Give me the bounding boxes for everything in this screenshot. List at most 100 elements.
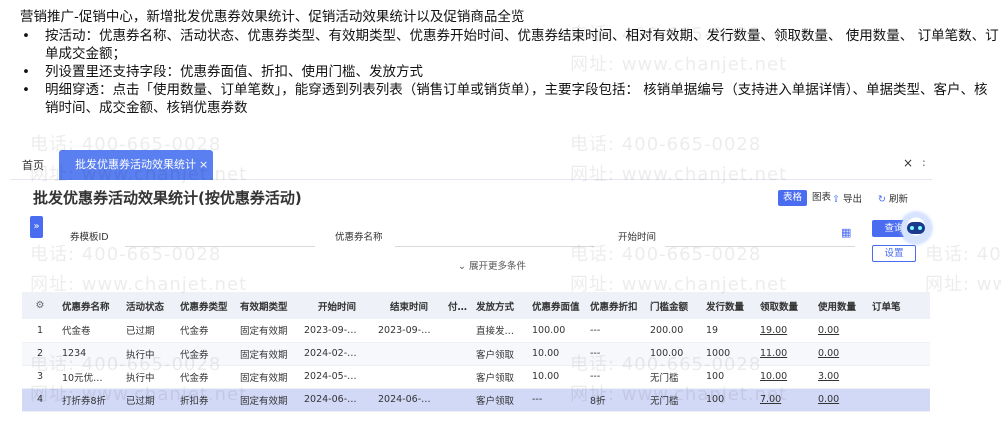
cell-discount: 8折: [590, 395, 606, 407]
table-row[interactable]: 1 代金卷 已过期 代金券 固定有效期 2023-09-… 2023-09-… …: [22, 319, 930, 342]
cell-order-count[interactable]: [868, 388, 930, 411]
coupon-name-input[interactable]: [395, 246, 595, 247]
feature-notes: 营销推广-促销中心，新增批发优惠券效果统计、促销活动效果统计以及促销商品全览 •…: [20, 8, 1000, 117]
filter-label-start-time: 开始时间: [618, 232, 657, 243]
export-button[interactable]: ⇪ 导出: [832, 191, 862, 205]
row-index: 2: [36, 348, 44, 359]
column-settings-header[interactable]: ⚙: [22, 292, 58, 319]
gear-icon[interactable]: ⚙: [36, 300, 45, 311]
refresh-button[interactable]: ↻ 刷新: [878, 191, 908, 205]
table-row[interactable]: 2 1234 执行中 代金券 固定有效期 2024-02-… 客户领取 10.0…: [22, 342, 930, 365]
cell-used-count[interactable]: 0.00: [814, 388, 868, 411]
column-header[interactable]: 发行数量: [702, 292, 756, 319]
cell-face-value: 10.00: [532, 348, 560, 359]
tab-label: 批发优惠券活动效果统计: [75, 158, 196, 171]
cell-end-time: 2023-09-…: [378, 324, 431, 336]
more-icon[interactable]: :: [922, 156, 926, 169]
cell-issue-method: 客户领取: [476, 395, 515, 407]
column-header[interactable]: 领取数量: [756, 292, 814, 319]
column-header[interactable]: 优惠券折扣: [586, 292, 646, 319]
table-header-row: ⚙ 优惠券名称 活动状态 优惠券类型 有效期类型 开始时间 结束时间 付有效 发…: [22, 292, 930, 319]
cell-order-count[interactable]: [868, 365, 930, 388]
cell-threshold: 100.00: [650, 348, 684, 359]
cell-coupon-name: 10元优…: [62, 372, 103, 384]
cell-status: 执行中: [126, 349, 155, 361]
cell-face-value: 10.00: [532, 371, 560, 382]
expand-more-label: 展开更多条件: [468, 261, 526, 272]
tab-bar: 首页 批发优惠券活动效果统计 × × :: [10, 148, 932, 180]
cell-relative-validity: [444, 388, 472, 411]
column-header[interactable]: 活动状态: [122, 292, 176, 319]
robot-eye: [918, 226, 922, 230]
column-header[interactable]: 订单笔: [868, 292, 930, 319]
settings-button[interactable]: 设置: [872, 245, 916, 262]
cell-issued-count: 19: [706, 324, 719, 336]
cell-coupon-name: 1234: [62, 348, 87, 359]
cell-status: 已过期: [126, 395, 155, 407]
expand-more-conditions[interactable]: ⌄ 展开更多条件: [458, 258, 526, 272]
column-header[interactable]: 使用数量: [814, 292, 868, 319]
cell-threshold: 200.00: [650, 324, 684, 336]
cell-used-count[interactable]: 3.00: [814, 365, 868, 388]
column-header[interactable]: 发放方式: [472, 292, 528, 319]
tab-coupon-stats[interactable]: 批发优惠券活动效果统计 ×: [59, 150, 213, 180]
view-table-button[interactable]: 表格: [778, 190, 808, 206]
template-id-input[interactable]: [125, 246, 315, 247]
cell-received-count[interactable]: 7.00: [756, 388, 814, 411]
column-header[interactable]: 付有效: [444, 292, 472, 319]
column-header[interactable]: 优惠券名称: [58, 292, 122, 319]
coupon-stats-table: ⚙ 优惠券名称 活动状态 优惠券类型 有效期类型 开始时间 结束时间 付有效 发…: [22, 292, 930, 435]
cell-end-time: 2024-06-…: [378, 394, 431, 405]
cell-received-count[interactable]: 11.00: [756, 342, 814, 365]
column-header[interactable]: 优惠券类型: [176, 292, 236, 319]
cell-used-count[interactable]: 0.00: [814, 342, 868, 365]
start-time-input[interactable]: [665, 246, 855, 247]
cell-face-value: ---: [532, 394, 543, 405]
column-header[interactable]: 开始时间: [300, 292, 374, 319]
column-header[interactable]: 有效期类型: [236, 292, 300, 319]
cell-received-count[interactable]: 19.00: [756, 319, 814, 342]
table-row[interactable]: 3 10元优… 执行中 代金券 固定有效期 2024-05-… 客户领取 10.…: [22, 365, 930, 388]
cell-relative-validity: [444, 319, 472, 342]
column-header[interactable]: 优惠券面值: [528, 292, 586, 319]
cell-coupon-type: 代金券: [180, 372, 209, 384]
cell-validity-type: 固定有效期: [240, 326, 288, 338]
bullet-symbol: •: [22, 64, 30, 80]
cell-start-time: 2024-02-…: [304, 348, 357, 359]
notes-bullet: • 列设置里还支持字段：优惠券面值、折扣、使用门槛、发放方式: [20, 63, 1000, 81]
table-row-selected[interactable]: 4 打折券8折 已过期 折扣券 固定有效期 2024-06-… 2024-06-…: [22, 388, 930, 411]
filter-label-template-id: 券模板ID: [70, 232, 109, 243]
cell-order-count[interactable]: [868, 342, 930, 365]
cell-order-count[interactable]: [868, 319, 930, 342]
calendar-icon[interactable]: ▦: [841, 226, 851, 239]
tab-home[interactable]: 首页: [22, 157, 44, 173]
column-header[interactable]: 门槛金额: [646, 292, 702, 319]
cell-issue-method: 客户领取: [476, 372, 515, 384]
refresh-icon: ↻: [878, 194, 886, 205]
expand-sidebar-button[interactable]: »: [30, 216, 43, 238]
watermark-phone: 电话: 400-665-0028: [925, 244, 1001, 265]
cell-coupon-type: 折扣券: [180, 395, 209, 407]
cell-start-time: 2024-06-…: [304, 394, 357, 405]
view-toggle: 表格 图表: [778, 190, 836, 206]
close-icon[interactable]: ×: [199, 158, 208, 171]
cell-received-count[interactable]: 10.00: [756, 365, 814, 388]
cell-issue-method: 客户领取: [476, 349, 515, 361]
notes-bullet-text: 列设置里还支持字段：优惠券面值、折扣、使用门槛、发放方式: [45, 64, 423, 80]
cell-coupon-name: 代金卷: [62, 326, 91, 338]
filter-panel: » 券模板ID 优惠券名称 开始时间 ▦ 查询 设置 ⌄ 展开更多条件: [30, 216, 930, 272]
notes-bullet: • 明细穿透：点击「使用数量、订单笔数」，能穿透到列表列表（销售订单或销货单），主…: [20, 81, 1000, 117]
cell-validity-type: 固定有效期: [240, 395, 288, 407]
export-icon: ⇪: [832, 194, 840, 205]
assistant-robot-icon[interactable]: [901, 213, 931, 243]
column-header[interactable]: 结束时间: [374, 292, 444, 319]
cell-status: 执行中: [126, 372, 155, 384]
close-icon[interactable]: ×: [903, 156, 913, 170]
cell-validity-type: 固定有效期: [240, 372, 288, 384]
cell-relative-validity: [444, 365, 472, 388]
cell-used-count[interactable]: 0.00: [814, 319, 868, 342]
row-index: 4: [36, 394, 44, 405]
cell-threshold: 无门槛: [650, 372, 679, 384]
cell-threshold: 无门槛: [650, 395, 679, 407]
refresh-label: 刷新: [888, 194, 908, 205]
